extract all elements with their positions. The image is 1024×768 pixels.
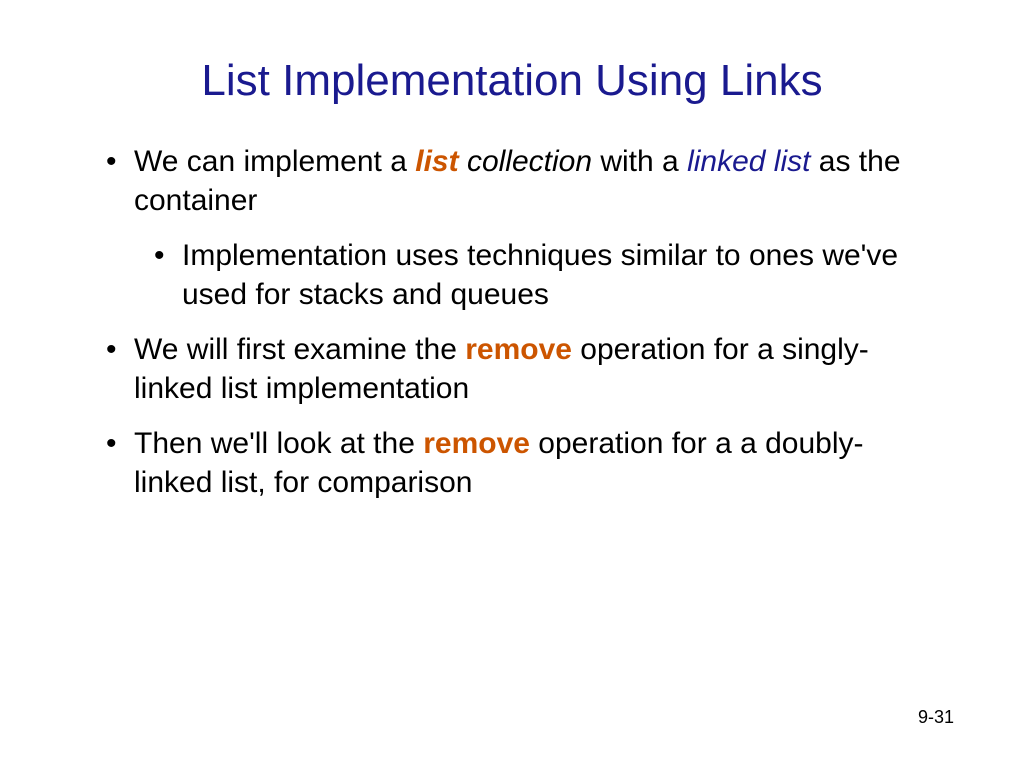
highlighted-term: list [415,145,458,178]
bullet-item: Then we'll look at the remove operation … [100,424,934,502]
page-number: 9-31 [918,707,954,728]
highlighted-term: remove [423,427,530,460]
bullet-list: We can implement a list collection with … [100,142,934,502]
text-segment: We will first examine the [134,333,465,366]
bullet-item: We can implement a list collection with … [100,142,934,220]
text-segment: We can implement a [134,145,415,178]
text-segment: with a [592,145,687,178]
italic-term: collection [459,145,592,178]
highlighted-term: remove [465,333,572,366]
text-segment: Implementation uses techniques similar t… [182,239,898,311]
sub-bullet-item: Implementation uses techniques similar t… [100,236,934,314]
slide-content: We can implement a list collection with … [0,142,1024,502]
bullet-item: We will first examine the remove operati… [100,330,934,408]
slide-title: List Implementation Using Links [0,0,1024,142]
text-segment: Then we'll look at the [134,427,423,460]
blue-italic-term: linked list [687,145,810,178]
